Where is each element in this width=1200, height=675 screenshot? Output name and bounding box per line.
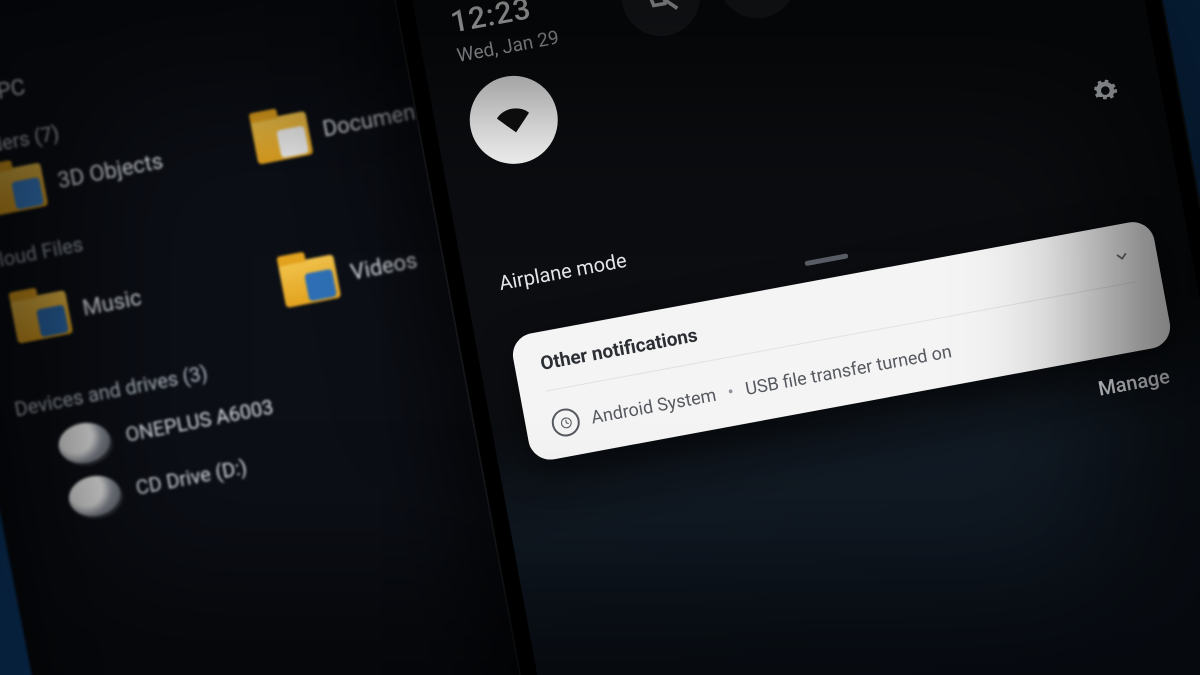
folder-icon: [0, 162, 48, 216]
folder-icon: [250, 111, 313, 165]
android-system-icon: [549, 406, 582, 439]
clock-block: 12:23 Wed, Jan 29: [448, 0, 561, 67]
gear-icon[interactable]: [1090, 75, 1120, 105]
disc-icon: [65, 471, 124, 520]
folder-label: 3D Objects: [56, 149, 166, 194]
qs-bluetooth[interactable]: [712, 0, 803, 25]
phone-screen[interactable]: 89 % 12:23 Wed, Jan 29: [401, 0, 1200, 675]
folder-icon: [10, 290, 73, 344]
drive-label: ONEPLUS A6003: [123, 395, 275, 447]
mobile-data-off-icon: [641, 0, 681, 17]
chevron-down-icon[interactable]: [1111, 245, 1132, 266]
folder-label: Videos: [348, 248, 419, 285]
manage-button[interactable]: Manage: [1096, 364, 1171, 401]
qs-mobile-data[interactable]: [615, 0, 706, 42]
phone-device: 89 % 12:23 Wed, Jan 29: [380, 0, 1200, 675]
scene: View This PC Folders (7) 3D Objects Docu…: [0, 0, 1200, 675]
wifi-icon: [494, 100, 534, 140]
folder-icon: [278, 254, 341, 308]
qs-wifi[interactable]: [462, 69, 565, 172]
drive-label: CD Drive (D:): [134, 455, 249, 500]
quick-settings-panel[interactable]: 12:23 Wed, Jan 29: [410, 0, 1200, 511]
notification-app: Android System: [589, 384, 717, 428]
separator-dot: •: [726, 381, 736, 403]
panel-drag-handle[interactable]: [804, 253, 848, 266]
folder-label: Music: [80, 285, 143, 321]
disc-icon: [55, 418, 114, 467]
